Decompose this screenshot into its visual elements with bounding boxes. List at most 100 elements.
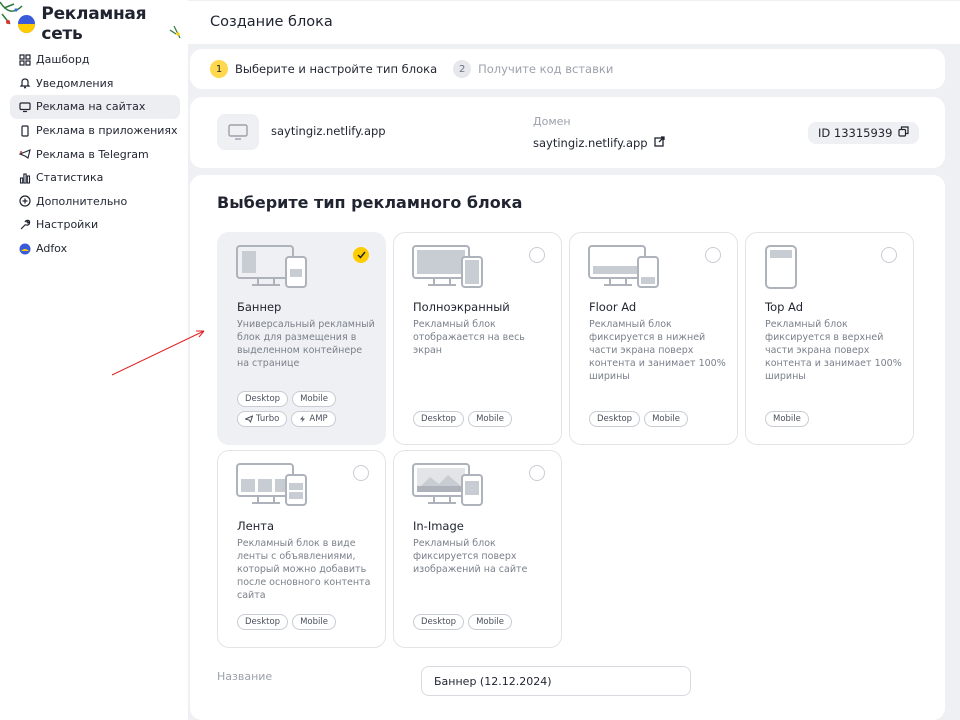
tag-mobile: Mobile (292, 614, 336, 630)
tile-name: Top Ad (765, 300, 804, 314)
tile-tags: Desktop Mobile Turbo AMP (237, 391, 377, 427)
sidebar-item-statistics[interactable]: Статистика (10, 166, 180, 190)
tag-desktop: Desktop (237, 614, 289, 630)
tile-tags: Desktop Mobile (413, 411, 553, 427)
tile-description: Рекламный блок отображается на весь экра… (413, 319, 525, 356)
tile-feed[interactable]: Лента Рекламный блок в виде ленты с объя… (217, 450, 386, 648)
main-area: Создание блока 1 Выберите и настройте ти… (188, 0, 960, 720)
page-header: Создание блока (188, 1, 960, 44)
block-name-input[interactable] (421, 666, 691, 696)
tag-mobile: Mobile (644, 411, 688, 427)
page-title: Создание блока (210, 14, 333, 30)
telegram-icon (19, 148, 31, 160)
tile-description: Рекламный блок фиксируется в верхней час… (765, 319, 902, 382)
tile-radio-checked[interactable] (353, 247, 369, 263)
sidebar-item-label: Настройки (36, 218, 99, 232)
tile-tags: Mobile (765, 411, 905, 427)
step-1[interactable]: 1 Выберите и настройте тип блока (210, 60, 437, 78)
site-name: saytingiz.netlify.app (271, 124, 386, 138)
sidebar-item-telegram-ads[interactable]: Реклама в Telegram (10, 142, 180, 166)
step-2: 2 Получите код вставки (453, 60, 613, 78)
sidebar-item-notifications[interactable]: Уведомления (10, 72, 180, 96)
feed-illustration-icon (236, 463, 307, 506)
phone-icon (19, 124, 31, 137)
tile-description: Универсальный рекламный блок для размеще… (237, 319, 375, 369)
tile-fullscreen[interactable]: Полноэкранный Рекламный блок отображаетс… (393, 232, 562, 445)
sidebar-item-label: Реклама в приложениях (36, 124, 178, 138)
step-label: Получите код вставки (478, 62, 614, 76)
tag-desktop: Desktop (237, 391, 289, 407)
sidebar-item-sites-ads[interactable]: Реклама на сайтах (10, 95, 180, 119)
tile-name: Лента (237, 519, 274, 533)
tag-desktop: Desktop (413, 614, 465, 630)
tile-radio[interactable] (529, 247, 545, 263)
plus-circle-icon (19, 195, 31, 207)
tag-desktop: Desktop (413, 411, 465, 427)
tag-turbo: Turbo (237, 411, 288, 427)
tile-tags: Desktop Mobile (413, 614, 553, 630)
stepper: 1 Выберите и настройте тип блока 2 Получ… (190, 49, 945, 89)
block-id-copy[interactable]: ID 13315939 (808, 122, 920, 144)
tile-description: Рекламный блок фиксируется в нижней част… (589, 319, 726, 382)
tile-radio[interactable] (881, 247, 897, 263)
domain-link[interactable]: saytingiz.netlify.app (533, 136, 665, 150)
app-logo[interactable]: Рекламная сеть (18, 4, 188, 44)
section-title: Выберите тип рекламного блока (217, 193, 523, 212)
tag-mobile: Mobile (292, 391, 336, 407)
fullscreen-illustration-icon (412, 245, 483, 288)
sidebar-item-label: Статистика (36, 171, 104, 185)
send-icon (245, 415, 253, 423)
tile-tags: Desktop Mobile (237, 614, 377, 630)
sidebar-item-label: Уведомления (36, 76, 114, 90)
sidebar-item-adfox[interactable]: Adfox (10, 237, 180, 261)
tag-label: Turbo (256, 414, 280, 424)
in-image-illustration-icon (412, 463, 483, 506)
copy-icon (898, 126, 910, 140)
tile-in-image[interactable]: In-Image Рекламный блок фиксируется пове… (393, 450, 562, 648)
site-monitor-icon (217, 114, 259, 150)
tile-radio[interactable] (529, 465, 545, 481)
adfox-icon (19, 243, 31, 255)
tile-name: Полноэкранный (413, 300, 510, 314)
logo-mark-icon (18, 15, 36, 33)
tile-radio[interactable] (353, 465, 369, 481)
sidebar-item-dashboard[interactable]: Дашборд (10, 48, 180, 72)
sidebar-item-label: Дашборд (36, 53, 90, 67)
banner-illustration-icon (236, 245, 307, 288)
sidebar-item-settings[interactable]: Настройки (10, 213, 180, 237)
lightning-icon (300, 415, 306, 423)
step-number: 1 (210, 60, 228, 78)
tile-description: Рекламный блок в виде ленты с объявления… (237, 538, 371, 601)
check-icon (356, 251, 366, 259)
tile-radio[interactable] (705, 247, 721, 263)
tile-name: In-Image (413, 519, 464, 533)
sidebar-item-label: Adfox (36, 242, 68, 256)
tag-amp: AMP (291, 411, 336, 427)
bell-icon (19, 77, 31, 89)
external-link-icon (653, 136, 665, 150)
chart-icon (19, 172, 31, 184)
top-ad-illustration-icon (765, 245, 797, 289)
tile-banner[interactable]: Баннер Универсальный рекламный блок для … (217, 232, 386, 445)
site-info-card: saytingiz.netlify.app Домен saytingiz.ne… (190, 97, 945, 168)
step-number: 2 (453, 60, 472, 78)
wrench-icon (19, 219, 31, 231)
tag-mobile: Mobile (765, 411, 809, 427)
dashboard-icon (19, 54, 31, 66)
step-label: Выберите и настройте тип блока (235, 62, 438, 76)
sidebar-item-additional[interactable]: Дополнительно (10, 190, 180, 214)
domain-label: Домен (533, 115, 571, 128)
tile-tags: Desktop Mobile (589, 411, 729, 427)
tile-name: Floor Ad (589, 300, 637, 314)
monitor-icon (19, 101, 31, 113)
sidebar-item-label: Реклама в Telegram (36, 147, 149, 161)
tag-mobile: Mobile (468, 411, 512, 427)
sidebar-item-label: Дополнительно (36, 194, 128, 208)
sidebar-item-apps-ads[interactable]: Реклама в приложениях (10, 119, 180, 143)
sidebar-nav: Дашборд Уведомления Реклама на сайтах Ре… (10, 48, 180, 260)
name-field-label: Название (217, 670, 273, 683)
tile-name: Баннер (237, 300, 282, 314)
tag-desktop: Desktop (589, 411, 641, 427)
tile-floor-ad[interactable]: Floor Ad Рекламный блок фиксируется в ни… (569, 232, 738, 445)
tile-top-ad[interactable]: Top Ad Рекламный блок фиксируется в верх… (745, 232, 914, 445)
